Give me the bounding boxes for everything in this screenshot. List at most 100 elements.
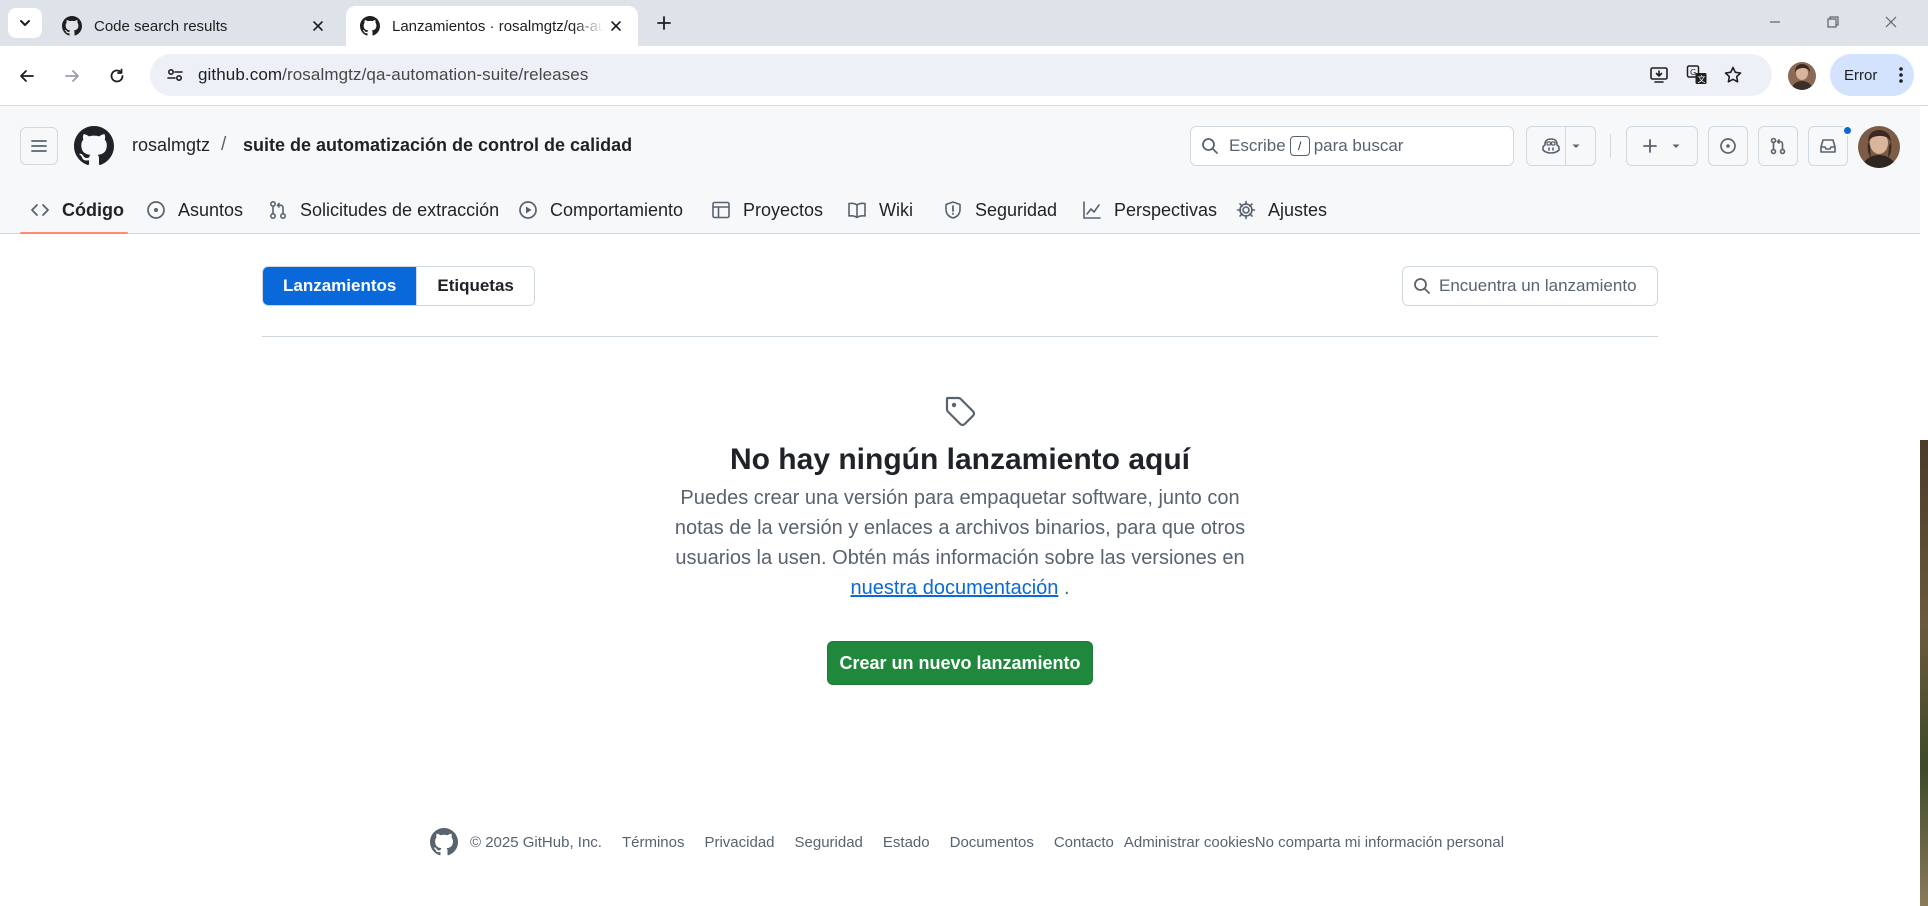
footer-link-security[interactable]: Seguridad [795, 834, 863, 851]
tab-actions[interactable]: Comportamiento [518, 186, 683, 234]
tab-wiki[interactable]: Wiki [847, 186, 913, 234]
tab-projects-label: Proyectos [743, 199, 824, 220]
footer-privacy-opt-out[interactable]: No comparta mi información personal [1255, 834, 1504, 851]
copilot-icon[interactable] [1541, 136, 1561, 156]
minimize-button[interactable] [1752, 4, 1798, 40]
releases-tab-button[interactable]: Lanzamientos [263, 267, 417, 305]
footer-link-contact[interactable]: Contacto [1054, 834, 1114, 851]
breadcrumb-repo[interactable]: suite de automatización de control de ca… [243, 135, 632, 156]
back-button[interactable] [10, 59, 44, 93]
book-icon [847, 200, 867, 220]
footer-link-terms[interactable]: Términos [622, 834, 685, 851]
forward-button[interactable] [55, 59, 89, 93]
tab-close-button[interactable] [306, 14, 330, 38]
install-app-button[interactable] [1646, 62, 1672, 88]
reload-button[interactable] [100, 59, 134, 93]
user-avatar[interactable] [1858, 126, 1900, 168]
github-favicon-icon [62, 16, 82, 36]
chevron-down-icon [20, 20, 30, 26]
inbox-icon [1820, 139, 1836, 153]
browser-toolbar: github.com/rosalmgtz/qa-automation-suite… [0, 46, 1928, 106]
site-info-button[interactable] [162, 62, 188, 88]
tab-issues[interactable]: Asuntos [146, 186, 243, 234]
svg-text:G: G [1690, 68, 1696, 77]
empty-state-description: Puedes crear una versión para empaquetar… [660, 483, 1260, 603]
selected-tab-indicator [20, 232, 128, 234]
profile-photo-icon [1858, 126, 1900, 168]
tab-projects[interactable]: Proyectos [711, 186, 823, 234]
translate-icon: G文 [1686, 65, 1707, 84]
tab-insights[interactable]: Perspectivas [1082, 186, 1217, 234]
your-issues-button[interactable] [1708, 126, 1748, 166]
reload-icon [110, 68, 124, 83]
github-favicon-icon [360, 16, 380, 36]
bookmark-button[interactable] [1720, 62, 1746, 88]
tab-code[interactable]: Código [30, 186, 124, 234]
tab-wiki-label: Wiki [879, 199, 913, 220]
release-search-input[interactable] [1439, 276, 1649, 296]
global-search-input[interactable]: Escribe / para buscar [1190, 126, 1514, 166]
create-new-button[interactable] [1626, 126, 1698, 166]
restore-button[interactable] [1810, 4, 1856, 40]
tab-title: Code search results [94, 17, 228, 35]
tab-search-button[interactable] [8, 8, 42, 38]
tab-close-button[interactable] [604, 14, 628, 38]
pull-request-icon [1770, 137, 1786, 155]
breadcrumb-owner[interactable]: rosalmgtz [132, 135, 210, 156]
tags-tab-button[interactable]: Etiquetas [416, 267, 534, 305]
footer-manage-cookies[interactable]: Administrar cookies [1124, 834, 1255, 851]
address-bar[interactable]: github.com/rosalmgtz/qa-automation-suite… [150, 54, 1772, 96]
open-menu-button[interactable] [20, 127, 58, 165]
tab-pull-requests[interactable]: Solicitudes de extracción [268, 186, 499, 234]
url-text: github.com/rosalmgtz/qa-automation-suite… [198, 65, 588, 85]
profile-avatar[interactable] [1788, 62, 1816, 90]
profile-photo-icon [1788, 62, 1816, 90]
tab-code-search[interactable]: Code search results [48, 6, 340, 46]
github-logo-icon[interactable] [74, 126, 114, 166]
documentation-link[interactable]: nuestra documentación [850, 577, 1058, 599]
desktop-background [1920, 440, 1928, 906]
tag-icon [945, 396, 976, 427]
breadcrumb-separator: / [221, 134, 227, 155]
plus-icon [1643, 139, 1657, 153]
tab-settings-label: Ajustes [1268, 199, 1328, 220]
new-tab-button[interactable] [650, 9, 678, 37]
minimize-icon [1770, 21, 1780, 23]
close-icon [611, 21, 621, 31]
copilot-button-group [1526, 126, 1596, 166]
footer-link-status[interactable]: Estado [883, 834, 930, 851]
close-icon [1885, 16, 1897, 28]
tab-security[interactable]: Seguridad [943, 186, 1057, 234]
gear-icon [1236, 200, 1256, 220]
caret-down-icon[interactable] [1570, 140, 1582, 152]
profile-error-button[interactable]: Error [1830, 54, 1914, 96]
empty-state-body: Puedes crear una versión para empaquetar… [674, 487, 1246, 569]
close-icon [313, 21, 323, 31]
close-window-button[interactable] [1868, 4, 1914, 40]
tab-releases[interactable]: Lanzamientos · rosalmgtz/qa-automation-s… [346, 6, 638, 46]
repo-nav: Código Asuntos Solicitudes de extracción… [0, 186, 1920, 234]
tab-issues-label: Asuntos [178, 199, 244, 220]
notification-indicator [1842, 125, 1853, 136]
releases-tags-toggle: Lanzamientos Etiquetas [262, 266, 535, 306]
github-logo-icon[interactable] [430, 828, 458, 856]
divider [1610, 134, 1611, 158]
tab-settings[interactable]: Ajustes [1236, 186, 1327, 234]
restore-icon [1827, 16, 1839, 28]
docs-suffix: . [1058, 577, 1070, 599]
graph-icon [1082, 200, 1102, 220]
create-release-button[interactable]: Crear un nuevo lanzamiento [827, 641, 1093, 685]
footer-link-privacy[interactable]: Privacidad [704, 834, 774, 851]
issue-icon [146, 200, 166, 220]
play-icon [518, 200, 538, 220]
translate-button[interactable]: G文 [1684, 62, 1710, 88]
star-icon [1724, 66, 1742, 83]
search-suffix: para buscar [1313, 136, 1404, 155]
footer-link-docs[interactable]: Documentos [950, 834, 1034, 851]
your-pull-requests-button[interactable] [1758, 126, 1798, 166]
tab-insights-label: Perspectivas [1114, 199, 1218, 220]
profile-error-label: Error [1844, 66, 1878, 84]
footer-copyright: © 2025 GitHub, Inc. [470, 833, 602, 851]
tab-actions-label: Comportamiento [550, 199, 684, 220]
divider [1564, 126, 1566, 166]
